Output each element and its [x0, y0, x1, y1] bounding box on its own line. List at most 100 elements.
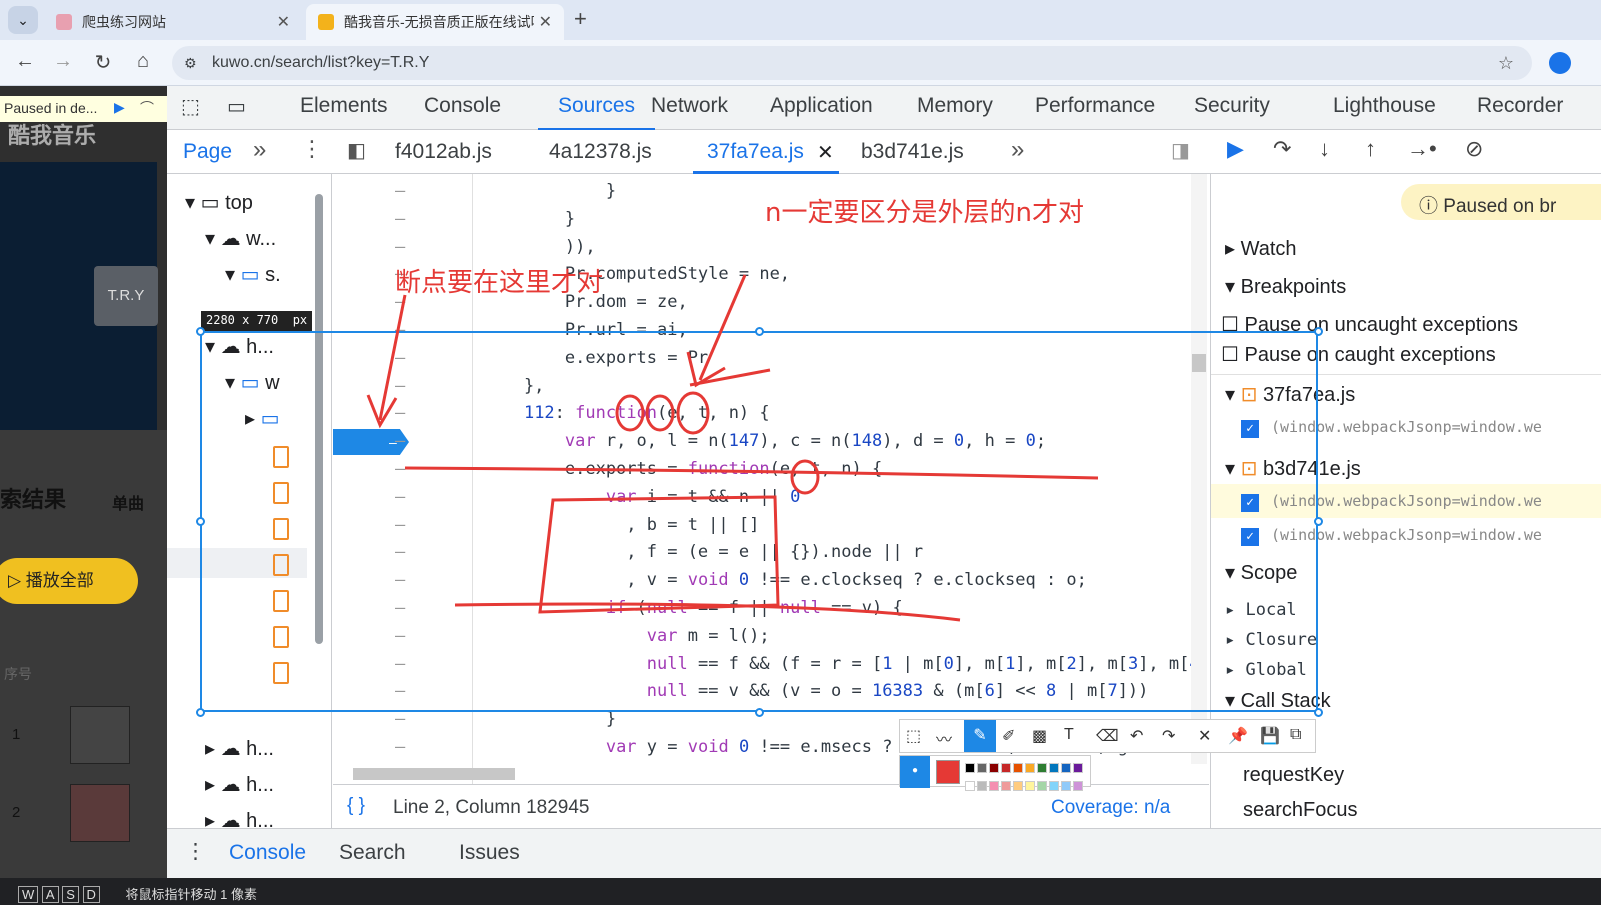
section-breakpoints[interactable]: ▾ Breakpoints: [1225, 274, 1346, 299]
url-field[interactable]: ⚙ kuwo.cn/search/list?key=T.R.Y ☆: [172, 46, 1532, 80]
color-swatch[interactable]: [1073, 763, 1083, 773]
browser-tab-active[interactable]: 酷我音乐-无损音质正版在线试听 ✕: [306, 4, 564, 40]
file-tab[interactable]: b3d741e.js: [861, 140, 964, 164]
inspect-element-icon[interactable]: ⬚: [181, 94, 200, 119]
resize-handle[interactable]: [755, 708, 764, 717]
resume-icon[interactable]: ▶: [114, 99, 125, 116]
step-into-icon[interactable]: ↓: [1319, 136, 1330, 162]
close-tab-icon[interactable]: ✕: [539, 12, 552, 32]
color-swatch[interactable]: [965, 763, 975, 773]
navigator-tab-page[interactable]: Page: [183, 140, 232, 164]
browser-tab[interactable]: 爬虫练习网站 ✕: [44, 4, 302, 40]
resize-handle[interactable]: [196, 327, 205, 336]
drawer-tab-search[interactable]: Search: [339, 841, 406, 865]
resize-handle[interactable]: [1314, 708, 1323, 717]
tab-security[interactable]: Security: [1194, 94, 1270, 118]
tab-single[interactable]: 单曲: [112, 490, 144, 514]
color-swatch[interactable]: [1037, 763, 1047, 773]
device-toolbar-icon[interactable]: ▭: [227, 94, 246, 119]
tree-item-domain[interactable]: ▸ ☁ h...: [205, 772, 274, 797]
line-marker[interactable]: –: [395, 734, 405, 762]
call-frame[interactable]: requestKey: [1243, 764, 1344, 787]
drawer-tab-console[interactable]: Console: [229, 841, 306, 865]
pretty-print-icon[interactable]: { }: [347, 795, 365, 817]
line-marker[interactable]: –: [395, 234, 405, 262]
toggle-navigator-icon[interactable]: ◧: [347, 138, 366, 163]
color-swatch[interactable]: [977, 763, 987, 773]
color-swatch[interactable]: [1013, 763, 1023, 773]
step-icon[interactable]: →•: [1407, 136, 1437, 162]
cancel-icon[interactable]: ✕: [1198, 726, 1211, 746]
undo-icon[interactable]: ↶: [1130, 726, 1143, 746]
section-watch[interactable]: ▸ Watch: [1225, 236, 1297, 261]
resize-handle[interactable]: [755, 327, 764, 336]
text-tool-icon[interactable]: T: [1064, 726, 1074, 744]
pen-size-dot[interactable]: ●: [900, 756, 930, 788]
tab-elements[interactable]: Elements: [300, 94, 388, 118]
color-swatch[interactable]: [1025, 781, 1035, 791]
bookmark-star-icon[interactable]: ☆: [1498, 53, 1514, 74]
tab-recorder[interactable]: Recorder: [1477, 94, 1563, 118]
tab-application[interactable]: Application: [770, 94, 873, 118]
save-icon[interactable]: 💾: [1260, 726, 1280, 746]
redo-icon[interactable]: ↷: [1162, 726, 1175, 746]
color-swatch[interactable]: [1061, 781, 1071, 791]
color-swatch[interactable]: [1049, 781, 1059, 791]
tree-item-domain[interactable]: ▸ ☁ h...: [205, 736, 274, 761]
resize-handle[interactable]: [196, 517, 205, 526]
tab-list-button[interactable]: ⌄: [8, 6, 38, 34]
call-frame[interactable]: searchFocus: [1243, 799, 1358, 822]
album-cover[interactable]: [70, 706, 130, 764]
screenshot-selection-box[interactable]: [200, 331, 1318, 712]
resize-handle[interactable]: [1314, 327, 1323, 336]
resize-handle[interactable]: [1314, 517, 1323, 526]
eraser-tool-icon[interactable]: ⌫: [1096, 726, 1119, 746]
copy-icon[interactable]: ⧉: [1290, 726, 1301, 744]
reload-icon[interactable]: ↻: [90, 50, 116, 75]
back-icon[interactable]: ←: [12, 50, 38, 73]
more-tabs-icon[interactable]: »: [253, 136, 266, 164]
color-swatch[interactable]: [977, 781, 987, 791]
tab-console[interactable]: Console: [424, 94, 501, 118]
color-swatch[interactable]: [1061, 763, 1071, 773]
more-files-icon[interactable]: »: [1011, 136, 1024, 164]
code-line[interactable]: – )),: [395, 234, 1209, 262]
line-marker[interactable]: –: [395, 178, 405, 206]
play-all-button[interactable]: ▷ 播放全部: [0, 558, 138, 604]
new-tab-button[interactable]: +: [574, 6, 587, 32]
kebab-menu-icon[interactable]: ⋮: [301, 136, 323, 162]
tab-network[interactable]: Network: [651, 94, 728, 118]
tree-item-domain[interactable]: ▾ ☁ w...: [205, 226, 276, 251]
selected-color-swatch[interactable]: [936, 760, 960, 784]
close-file-icon[interactable]: ✕: [817, 140, 834, 165]
color-swatch[interactable]: [1049, 763, 1059, 773]
editor-horizontal-scrollbar[interactable]: [353, 768, 515, 780]
line-marker[interactable]: –: [395, 206, 405, 234]
file-tab[interactable]: f4012ab.js: [395, 140, 492, 164]
resume-execution-icon[interactable]: ▶: [1227, 136, 1244, 162]
color-swatch[interactable]: [965, 781, 975, 791]
tab-memory[interactable]: Memory: [917, 94, 993, 118]
color-swatch[interactable]: [989, 781, 999, 791]
mosaic-tool-icon[interactable]: ▩: [1032, 726, 1047, 746]
color-swatch[interactable]: [1025, 763, 1035, 773]
album-cover[interactable]: [70, 784, 130, 842]
color-swatch[interactable]: [1073, 781, 1083, 791]
color-swatch[interactable]: [1013, 781, 1023, 791]
pin-icon[interactable]: 📌: [1228, 726, 1248, 746]
rect-tool-icon[interactable]: ⬚: [906, 726, 921, 746]
toggle-debugger-icon[interactable]: ◨: [1171, 138, 1190, 163]
tab-lighthouse[interactable]: Lighthouse: [1333, 94, 1436, 118]
extension-icon[interactable]: [1549, 52, 1571, 74]
tab-performance[interactable]: Performance: [1035, 94, 1155, 118]
color-swatch[interactable]: [1037, 781, 1047, 791]
drawer-menu-icon[interactable]: ⋮: [185, 839, 206, 864]
color-swatch[interactable]: [1001, 763, 1011, 773]
tree-item-domain[interactable]: ▸ ☁ h...: [205, 808, 274, 828]
search-chip[interactable]: T.R.Y: [94, 266, 158, 326]
tree-item-folder[interactable]: ▾ ▭ s.: [225, 262, 281, 287]
step-over-icon[interactable]: ⌒: [140, 98, 154, 118]
drawer-tab-issues[interactable]: Issues: [459, 841, 520, 865]
forward-icon[interactable]: →: [50, 50, 76, 73]
tab-sources[interactable]: Sources: [538, 94, 656, 131]
